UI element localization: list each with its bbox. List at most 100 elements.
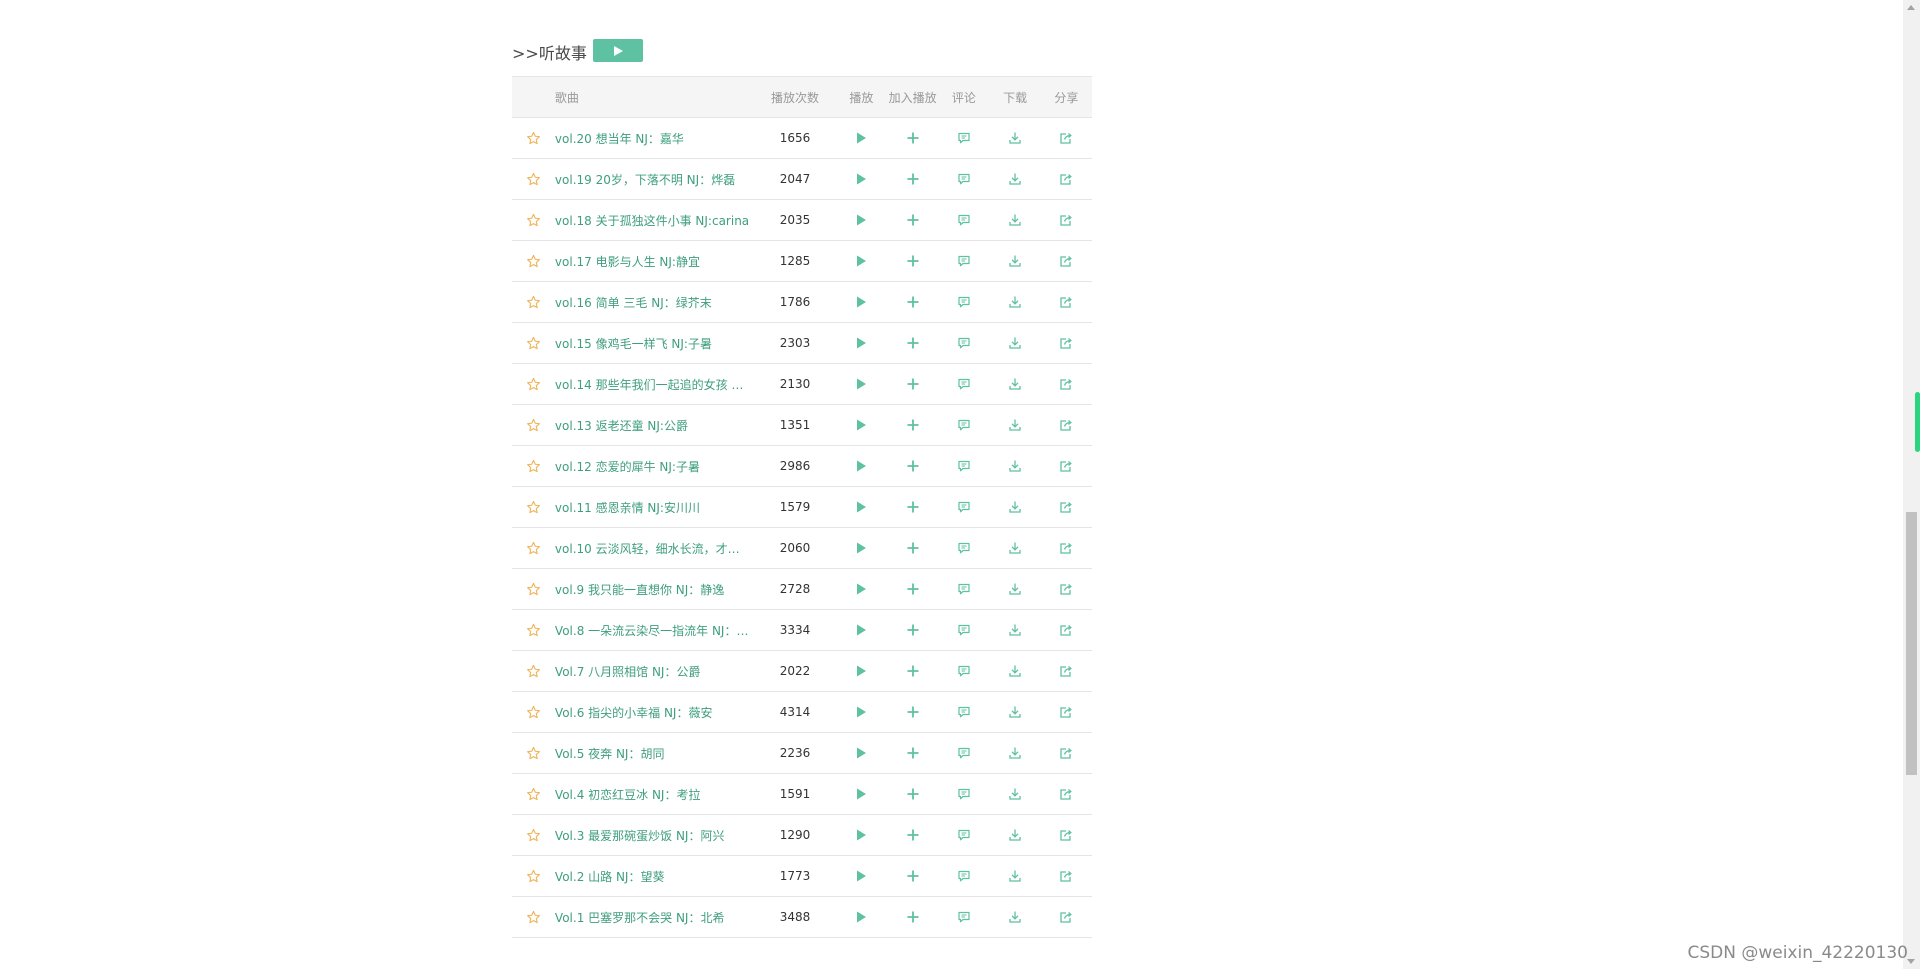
plus-icon[interactable] bbox=[906, 418, 920, 432]
comment-icon[interactable] bbox=[957, 623, 971, 637]
star-outline-icon[interactable] bbox=[526, 910, 540, 924]
play-icon[interactable] bbox=[854, 336, 868, 350]
plus-icon[interactable] bbox=[906, 131, 920, 145]
share-icon[interactable] bbox=[1059, 172, 1073, 186]
share-icon[interactable] bbox=[1059, 213, 1073, 227]
comment-icon[interactable] bbox=[957, 787, 971, 801]
star-outline-icon[interactable] bbox=[526, 172, 540, 186]
play-icon[interactable] bbox=[854, 664, 868, 678]
play-icon[interactable] bbox=[854, 623, 868, 637]
download-icon[interactable] bbox=[1008, 213, 1022, 227]
share-icon[interactable] bbox=[1059, 418, 1073, 432]
song-title-link[interactable]: vol.16 简单 三毛 NJ：绿芥末 bbox=[553, 281, 755, 323]
star-outline-icon[interactable] bbox=[526, 664, 540, 678]
song-title-link[interactable]: vol.17 电影与人生 NJ:静宜 bbox=[553, 240, 755, 282]
star-outline-icon[interactable] bbox=[526, 459, 540, 473]
comment-icon[interactable] bbox=[957, 172, 971, 186]
song-title-link[interactable]: vol.20 想当年 NJ：嘉华 bbox=[553, 117, 755, 159]
comment-icon[interactable] bbox=[957, 746, 971, 760]
song-title-link[interactable]: vol.11 感恩亲情 NJ:安川川 bbox=[553, 486, 755, 528]
song-title-link[interactable]: vol.19 20岁，下落不明 NJ：烨磊 bbox=[553, 158, 755, 200]
comment-icon[interactable] bbox=[957, 254, 971, 268]
play-icon[interactable] bbox=[854, 910, 868, 924]
plus-icon[interactable] bbox=[906, 664, 920, 678]
plus-icon[interactable] bbox=[906, 910, 920, 924]
play-icon[interactable] bbox=[854, 746, 868, 760]
plus-icon[interactable] bbox=[906, 582, 920, 596]
plus-icon[interactable] bbox=[906, 213, 920, 227]
download-icon[interactable] bbox=[1008, 336, 1022, 350]
play-icon[interactable] bbox=[854, 582, 868, 596]
play-icon[interactable] bbox=[854, 131, 868, 145]
download-icon[interactable] bbox=[1008, 582, 1022, 596]
song-title-link[interactable]: vol.9 我只能一直想你 NJ：静逸 bbox=[553, 568, 755, 610]
song-title-link[interactable]: Vol.7 八月照相馆 NJ：公爵 bbox=[553, 650, 755, 692]
share-icon[interactable] bbox=[1059, 623, 1073, 637]
star-outline-icon[interactable] bbox=[526, 131, 540, 145]
comment-icon[interactable] bbox=[957, 213, 971, 227]
download-icon[interactable] bbox=[1008, 828, 1022, 842]
share-icon[interactable] bbox=[1059, 500, 1073, 514]
plus-icon[interactable] bbox=[906, 172, 920, 186]
share-icon[interactable] bbox=[1059, 910, 1073, 924]
download-icon[interactable] bbox=[1008, 705, 1022, 719]
scroll-down-arrow[interactable] bbox=[1907, 959, 1915, 964]
share-icon[interactable] bbox=[1059, 295, 1073, 309]
song-title-link[interactable]: Vol.3 最爱那碗蛋炒饭 NJ：阿兴 bbox=[553, 814, 755, 856]
star-outline-icon[interactable] bbox=[526, 500, 540, 514]
share-icon[interactable] bbox=[1059, 131, 1073, 145]
play-all-button[interactable] bbox=[593, 39, 643, 62]
play-icon[interactable] bbox=[854, 418, 868, 432]
download-icon[interactable] bbox=[1008, 459, 1022, 473]
share-icon[interactable] bbox=[1059, 664, 1073, 678]
download-icon[interactable] bbox=[1008, 254, 1022, 268]
song-title-link[interactable]: Vol.6 指尖的小幸福 NJ：薇安 bbox=[553, 691, 755, 733]
plus-icon[interactable] bbox=[906, 828, 920, 842]
plus-icon[interactable] bbox=[906, 541, 920, 555]
plus-icon[interactable] bbox=[906, 336, 920, 350]
download-icon[interactable] bbox=[1008, 869, 1022, 883]
play-icon[interactable] bbox=[854, 500, 868, 514]
song-title-link[interactable]: vol.18 关于孤独这件小事 NJ:carina bbox=[553, 199, 755, 241]
play-icon[interactable] bbox=[854, 828, 868, 842]
scrollbar-thumb[interactable] bbox=[1906, 512, 1917, 775]
song-title-link[interactable]: vol.10 云淡风轻，细水长流，才是爱... bbox=[553, 527, 755, 569]
play-icon[interactable] bbox=[854, 787, 868, 801]
play-icon[interactable] bbox=[854, 869, 868, 883]
play-icon[interactable] bbox=[854, 254, 868, 268]
plus-icon[interactable] bbox=[906, 705, 920, 719]
download-icon[interactable] bbox=[1008, 787, 1022, 801]
scroll-up-arrow[interactable] bbox=[1907, 5, 1915, 10]
play-icon[interactable] bbox=[854, 213, 868, 227]
download-icon[interactable] bbox=[1008, 910, 1022, 924]
plus-icon[interactable] bbox=[906, 500, 920, 514]
play-icon[interactable] bbox=[854, 459, 868, 473]
plus-icon[interactable] bbox=[906, 377, 920, 391]
song-title-link[interactable]: Vol.5 夜奔 NJ：胡同 bbox=[553, 732, 755, 774]
comment-icon[interactable] bbox=[957, 705, 971, 719]
comment-icon[interactable] bbox=[957, 910, 971, 924]
plus-icon[interactable] bbox=[906, 254, 920, 268]
song-title-link[interactable]: Vol.2 山路 NJ：望葵 bbox=[553, 855, 755, 897]
star-outline-icon[interactable] bbox=[526, 623, 540, 637]
share-icon[interactable] bbox=[1059, 746, 1073, 760]
plus-icon[interactable] bbox=[906, 295, 920, 309]
song-title-link[interactable]: vol.12 恋爱的犀牛 NJ:子暑 bbox=[553, 445, 755, 487]
play-icon[interactable] bbox=[854, 705, 868, 719]
download-icon[interactable] bbox=[1008, 664, 1022, 678]
download-icon[interactable] bbox=[1008, 500, 1022, 514]
star-outline-icon[interactable] bbox=[526, 254, 540, 268]
share-icon[interactable] bbox=[1059, 459, 1073, 473]
download-icon[interactable] bbox=[1008, 377, 1022, 391]
comment-icon[interactable] bbox=[957, 336, 971, 350]
comment-icon[interactable] bbox=[957, 500, 971, 514]
comment-icon[interactable] bbox=[957, 295, 971, 309]
page-scrollbar[interactable] bbox=[1903, 0, 1920, 969]
play-icon[interactable] bbox=[854, 541, 868, 555]
plus-icon[interactable] bbox=[906, 869, 920, 883]
download-icon[interactable] bbox=[1008, 131, 1022, 145]
song-title-link[interactable]: Vol.8 一朵流云染尽一指流年 NJ：北希 bbox=[553, 609, 755, 651]
comment-icon[interactable] bbox=[957, 541, 971, 555]
play-icon[interactable] bbox=[854, 295, 868, 309]
download-icon[interactable] bbox=[1008, 746, 1022, 760]
